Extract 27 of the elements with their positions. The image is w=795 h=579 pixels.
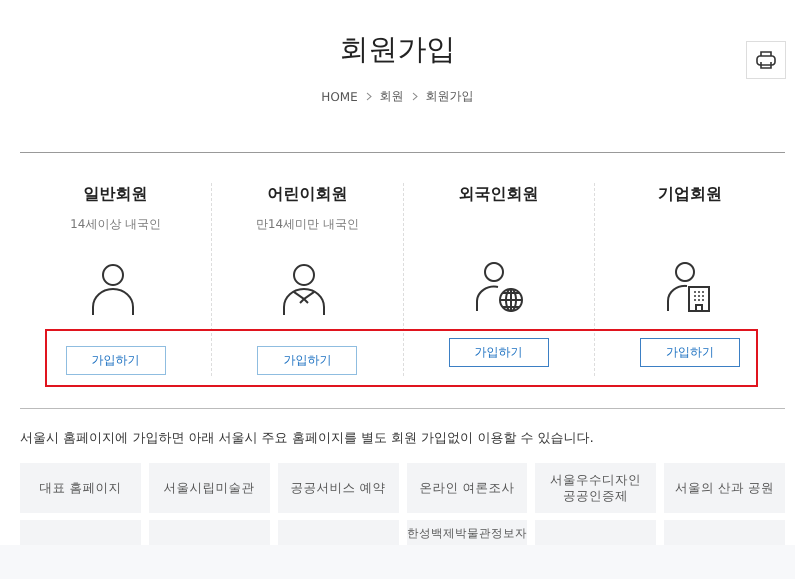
site-link[interactable]: 서울의 산과 공원 <box>664 463 785 513</box>
member-type-title: 일반회원 <box>84 184 148 205</box>
printer-icon <box>756 51 776 69</box>
member-type-subtitle: 14세이상 내국인 <box>70 216 162 231</box>
site-link[interactable]: 대표 홈페이지 <box>20 463 141 513</box>
print-button[interactable] <box>746 41 786 79</box>
site-link[interactable]: 서울우수디자인 공공인증제 <box>535 463 656 513</box>
join-button[interactable]: 가입하기 <box>66 346 166 375</box>
chevron-icon <box>366 92 372 101</box>
join-button[interactable]: 가입하기 <box>257 346 358 375</box>
page-title: 회원가입 <box>340 31 456 68</box>
chevron-icon <box>412 92 418 101</box>
join-button[interactable]: 가입하기 <box>640 338 740 367</box>
breadcrumb-item[interactable]: 회원 <box>380 88 404 105</box>
site-link[interactable]: 서울시립미술관 <box>148 463 270 513</box>
site-link[interactable]: 공공서비스 예약 <box>278 463 398 513</box>
site-link[interactable]: 한성백제박물관정보자 <box>406 520 528 545</box>
join-button[interactable]: 가입하기 <box>448 338 549 367</box>
breadcrumb-item[interactable]: HOME <box>321 90 358 104</box>
member-type-title: 기업회원 <box>658 184 722 205</box>
breadcrumb-item[interactable]: 회원가입 <box>426 88 474 105</box>
intro-text: 서울시 홈페이지에 가입하면 아래 서울시 주요 홈페이지를 별도 회원 가입없이 이용할 수 있습니다. <box>20 430 595 447</box>
person-globe-icon <box>474 261 524 313</box>
member-type-subtitle: 만14세미만 내국인 <box>256 216 359 231</box>
member-type-title: 외국인회원 <box>458 184 539 205</box>
site-link[interactable]: 온라인 여론조사 <box>406 463 528 513</box>
member-type-title: 어린이회원 <box>267 184 348 205</box>
